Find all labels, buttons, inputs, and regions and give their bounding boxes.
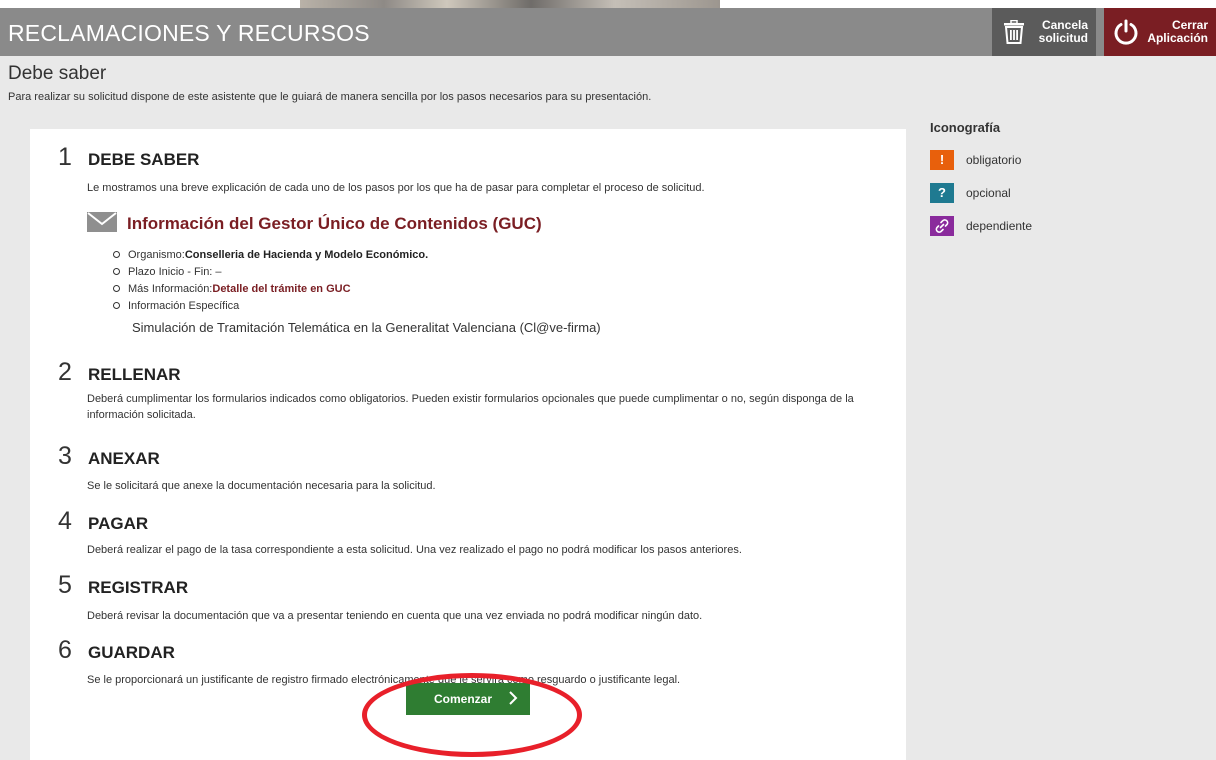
list-item: Plazo Inicio - Fin: – bbox=[113, 263, 887, 280]
step-2-description: Deberá cumplimentar los formularios indi… bbox=[87, 393, 854, 421]
plazo-label: Plazo Inicio - Fin: – bbox=[128, 265, 222, 278]
step-number: 4 bbox=[58, 507, 72, 535]
list-item: Más Información: Detalle del trámite en … bbox=[113, 280, 887, 297]
info-especifica-text: Simulación de Tramitación Telemática en … bbox=[132, 320, 601, 335]
page-subtitle: Para realizar su solicitud dispone de es… bbox=[8, 91, 652, 103]
step-6-header: 6 GUARDAR bbox=[58, 636, 175, 665]
step-title: REGISTRAR bbox=[88, 578, 189, 597]
list-item: Organismo: Conselleria de Hacienda y Mod… bbox=[113, 246, 887, 263]
mas-info-label: Más Información: bbox=[128, 282, 213, 295]
step-number: 3 bbox=[58, 442, 72, 470]
step-title: GUARDAR bbox=[88, 643, 175, 662]
step-title: PAGAR bbox=[88, 514, 149, 533]
step-number: 5 bbox=[58, 571, 72, 599]
step-number: 6 bbox=[58, 636, 72, 664]
page-title: Debe saber bbox=[8, 63, 107, 84]
steps-card: 1 DEBE SABER Le mostramos una breve expl… bbox=[30, 129, 906, 760]
organismo-value: Conselleria de Hacienda y Modelo Económi… bbox=[184, 248, 429, 261]
legend-label: opcional bbox=[966, 185, 1011, 200]
exclamation-icon: ! bbox=[930, 149, 954, 170]
legend-item-opcional: ? opcional bbox=[930, 182, 1032, 203]
icon-legend: Iconografía ! obligatorio ? opcional dep… bbox=[930, 120, 1032, 248]
link-icon bbox=[930, 215, 954, 236]
close-label-line2: Aplicación bbox=[1147, 31, 1208, 45]
legend-item-dependiente: dependiente bbox=[930, 215, 1032, 236]
guc-panel: Información del Gestor Único de Contenid… bbox=[87, 211, 887, 335]
highlight-ellipse bbox=[362, 673, 582, 757]
guc-header[interactable]: Información del Gestor Único de Contenid… bbox=[87, 211, 887, 237]
step-title: ANEXAR bbox=[88, 449, 160, 468]
step-4-header: 4 PAGAR bbox=[58, 507, 148, 536]
step-title: DEBE SABER bbox=[88, 150, 200, 169]
step-1-header: 1 DEBE SABER bbox=[58, 143, 199, 172]
step-5-description: Deberá revisar la documentación que va a… bbox=[87, 610, 703, 622]
step-4-description: Deberá realizar el pago de la tasa corre… bbox=[87, 544, 742, 556]
step-5-header: 5 REGISTRAR bbox=[58, 571, 188, 600]
main-area: Debe saber Para realizar su solicitud di… bbox=[0, 56, 1216, 760]
banner-photo bbox=[300, 0, 720, 8]
bullet-icon bbox=[113, 285, 120, 292]
info-especifica-label: Información Específica bbox=[128, 299, 240, 312]
guc-title: Información del Gestor Único de Contenid… bbox=[127, 214, 542, 233]
legend-label: obligatorio bbox=[966, 152, 1022, 167]
app-header: RECLAMACIONES Y RECURSOS Cancela solicit… bbox=[0, 8, 1216, 56]
guc-info-list: Organismo: Conselleria de Hacienda y Mod… bbox=[113, 246, 887, 314]
bullet-icon bbox=[113, 251, 120, 258]
close-app-button[interactable]: Cerrar Aplicación bbox=[1104, 8, 1216, 56]
step-title: RELLENAR bbox=[88, 365, 181, 384]
power-icon bbox=[1104, 8, 1147, 56]
cancel-label-line2: solicitud bbox=[1038, 31, 1088, 45]
step-number: 2 bbox=[58, 358, 72, 386]
legend-item-obligatorio: ! obligatorio bbox=[930, 149, 1032, 170]
step-2-header: 2 RELLENAR bbox=[58, 358, 181, 387]
guc-detail-link[interactable]: Detalle del trámite en GUC bbox=[212, 283, 350, 295]
organismo-label: Organismo: bbox=[128, 248, 185, 261]
legend-title: Iconografía bbox=[930, 120, 1001, 135]
list-item: Información Específica bbox=[113, 297, 887, 314]
envelope-icon bbox=[87, 211, 117, 237]
bullet-icon bbox=[113, 302, 120, 309]
step-3-header: 3 ANEXAR bbox=[58, 442, 160, 471]
step-3-description: Se le solicitará que anexe la documentac… bbox=[87, 480, 436, 492]
step-number: 1 bbox=[58, 143, 72, 171]
step-1-description: Le mostramos una breve explicación de ca… bbox=[87, 182, 705, 194]
cancel-request-button[interactable]: Cancela solicitud bbox=[992, 8, 1096, 56]
question-icon: ? bbox=[930, 182, 954, 203]
trash-icon bbox=[992, 8, 1036, 56]
bullet-icon bbox=[113, 268, 120, 275]
legend-label: dependiente bbox=[966, 218, 1033, 233]
app-title: RECLAMACIONES Y RECURSOS bbox=[8, 20, 370, 46]
